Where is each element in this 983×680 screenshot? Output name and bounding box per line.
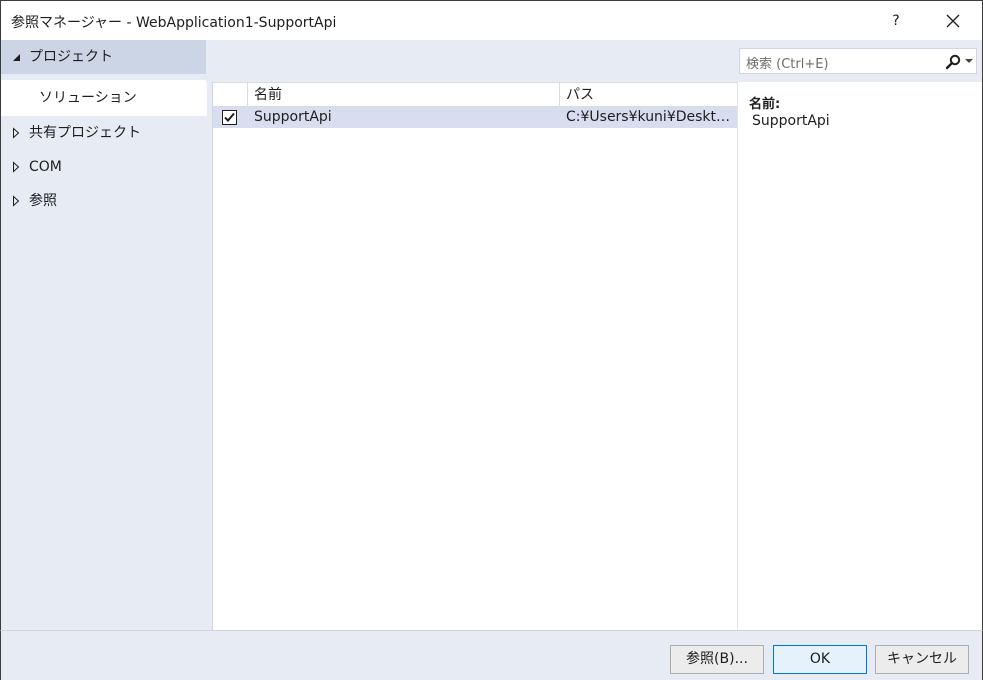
help-button[interactable]: ?: [884, 9, 908, 33]
row-path: C:¥Users¥kuni¥Deskto...: [566, 109, 734, 125]
title-bar: 参照マネージャー - WebApplication1-SupportApi ?: [0, 0, 983, 40]
sidebar-item-shared-project[interactable]: 共有プロジェクト: [1, 116, 207, 150]
browse-button[interactable]: 参照(B)...: [670, 645, 764, 674]
collapsed-triangle-icon: [13, 161, 20, 173]
sidebar-item-label: 共有プロジェクト: [29, 125, 141, 141]
expanded-triangle-icon: [13, 54, 20, 61]
row-name: SupportApi: [254, 109, 332, 125]
toolbar-area: [206, 40, 737, 82]
sidebar-item-label: 参照: [29, 193, 57, 209]
details-value: SupportApi: [752, 113, 830, 129]
chevron-down-icon[interactable]: [965, 59, 973, 65]
footer-bar: 参照(B)... OK キャンセル: [0, 630, 983, 680]
column-header-check[interactable]: [213, 83, 248, 107]
table-row[interactable]: SupportApi C:¥Users¥kuni¥Deskto...: [213, 107, 738, 128]
project-list: 名前 パス SupportApi C:¥Users¥kuni¥Deskto...: [212, 82, 738, 630]
sidebar-item-label: ソリューション: [39, 90, 137, 106]
sidebar: プロジェクト ソリューション 共有プロジェクト COM 参照: [0, 40, 212, 635]
cancel-button[interactable]: キャンセル: [875, 645, 969, 674]
sidebar-item-reference[interactable]: 参照: [1, 184, 207, 218]
sidebar-item-project[interactable]: プロジェクト: [1, 40, 207, 74]
close-button[interactable]: [941, 9, 965, 33]
window-title: 参照マネージャー - WebApplication1-SupportApi: [11, 15, 337, 31]
details-label: 名前:: [749, 97, 781, 112]
sidebar-item-solution[interactable]: ソリューション: [1, 80, 207, 116]
collapsed-triangle-icon: [13, 127, 20, 139]
column-header-path[interactable]: パス: [560, 83, 738, 107]
ok-button[interactable]: OK: [773, 645, 867, 674]
collapsed-triangle-icon: [13, 195, 20, 207]
details-pane: 名前: SupportApi: [737, 82, 983, 630]
sidebar-item-label: プロジェクト: [29, 49, 113, 65]
sidebar-item-label: COM: [29, 159, 62, 175]
search-icon: [945, 54, 961, 70]
search-input[interactable]: 検索 (Ctrl+E): [739, 48, 977, 74]
search-placeholder: 検索 (Ctrl+E): [746, 57, 829, 72]
sidebar-item-com[interactable]: COM: [1, 150, 207, 184]
close-icon: [946, 14, 960, 28]
column-header-name[interactable]: 名前: [248, 83, 560, 107]
list-header: 名前 パス: [213, 82, 738, 107]
checkbox-checked[interactable]: [222, 110, 237, 125]
